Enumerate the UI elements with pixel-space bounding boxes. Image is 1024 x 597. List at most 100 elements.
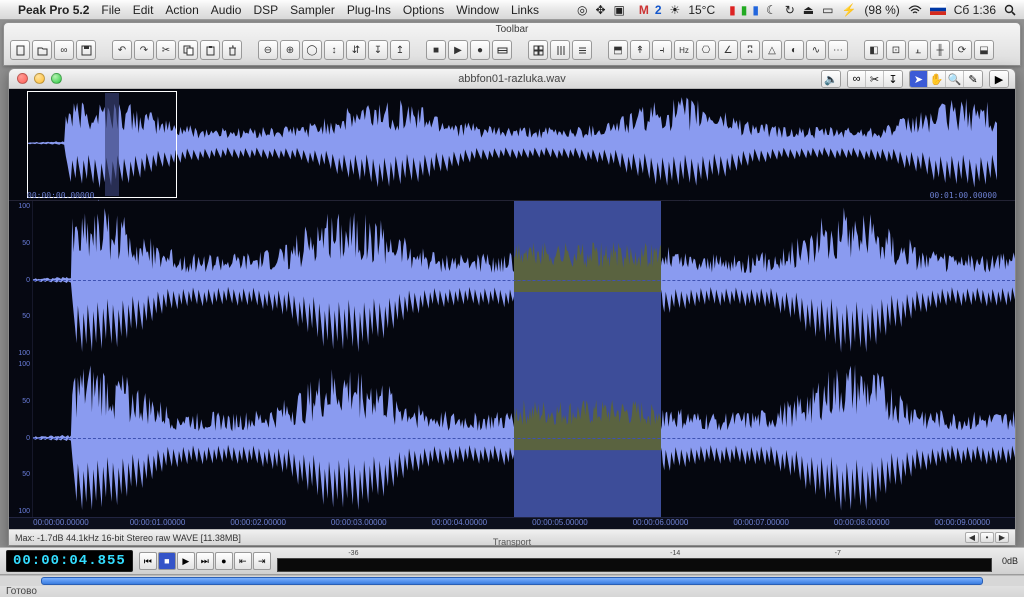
- menu-sampler[interactable]: Sampler: [290, 3, 335, 17]
- waveform-overview[interactable]: 00:00:00.00000 00:01:00.00000: [9, 89, 1015, 201]
- zoom-out-button[interactable]: ⊖: [258, 40, 278, 60]
- vu-readout: 0dB: [1002, 556, 1018, 566]
- dsp-8-button[interactable]: △: [762, 40, 782, 60]
- menubar-flag-icon[interactable]: [930, 4, 946, 15]
- menubar-mail-icon[interactable]: M2: [633, 3, 662, 17]
- status-nav-left-button[interactable]: ◀: [965, 532, 979, 543]
- waveform-display[interactable]: [33, 201, 1015, 517]
- fx-6-button[interactable]: ⬓: [974, 40, 994, 60]
- transport-play-button[interactable]: ▶: [177, 552, 195, 570]
- menubar-activity-icon[interactable]: ▮▮▮: [723, 3, 758, 17]
- dsp-3-button[interactable]: ⫞: [652, 40, 672, 60]
- fx-5-button[interactable]: ⟳: [952, 40, 972, 60]
- doc-pointer-tool-button[interactable]: ➤: [910, 71, 928, 87]
- loop-button[interactable]: [492, 40, 512, 60]
- menubar-sync-icon[interactable]: ↻: [785, 3, 795, 17]
- sliders-button[interactable]: [550, 40, 570, 60]
- doc-hand-tool-button[interactable]: ✋: [928, 71, 946, 87]
- menu-window[interactable]: Window: [456, 3, 499, 17]
- zoom-height-dec-button[interactable]: ⇵: [346, 40, 366, 60]
- new-button[interactable]: [10, 40, 30, 60]
- fx-2-button[interactable]: ⊡: [886, 40, 906, 60]
- menubar-clock[interactable]: Сб 1:36: [954, 3, 996, 17]
- menubar-dropbox-icon[interactable]: ▣: [614, 3, 625, 17]
- status-nav-right-button[interactable]: ▶: [995, 532, 1009, 543]
- menubar-eject-icon[interactable]: ⏏: [803, 3, 814, 17]
- fx-3-button[interactable]: ⫠: [908, 40, 928, 60]
- menu-options[interactable]: Options: [403, 3, 444, 17]
- menubar-extra-icon[interactable]: ◎: [577, 3, 587, 17]
- toolbar-dsp-group: ⬒ ↟ ⫞ Hz ⎔ ∠ ʭ △ ◐ ∿ ⋯: [608, 40, 848, 60]
- save-button[interactable]: [76, 40, 96, 60]
- copy-button[interactable]: [178, 40, 198, 60]
- delete-button[interactable]: [222, 40, 242, 60]
- play-button[interactable]: ▶: [448, 40, 468, 60]
- status-nav-dot-button[interactable]: •: [980, 532, 994, 543]
- menu-file[interactable]: File: [101, 3, 120, 17]
- menubar-weather-icon[interactable]: ☀: [670, 3, 681, 17]
- menu-dsp[interactable]: DSP: [253, 3, 278, 17]
- zoom-fit-button[interactable]: ◯: [302, 40, 322, 60]
- menubar-clover-icon[interactable]: ✥: [595, 3, 605, 17]
- timecode-display[interactable]: 00:00:04.855: [6, 550, 133, 572]
- dsp-4-button[interactable]: Hz: [674, 40, 694, 60]
- menubar-battery-icon[interactable]: ⚡: [841, 3, 856, 17]
- transport-stop-button[interactable]: ■: [158, 552, 176, 570]
- transport-skip-start-button[interactable]: ⇤: [234, 552, 252, 570]
- cut-button[interactable]: ✂: [156, 40, 176, 60]
- dsp-6-button[interactable]: ∠: [718, 40, 738, 60]
- stop-button[interactable]: ■: [426, 40, 446, 60]
- fx-1-button[interactable]: ◧: [864, 40, 884, 60]
- window-zoom-button[interactable]: [51, 73, 62, 84]
- doc-mark-button[interactable]: ↧: [884, 71, 902, 87]
- toolbar-edit-group: ↶ ↷ ✂: [112, 40, 242, 60]
- transport-skip-end-button[interactable]: ⇥: [253, 552, 271, 570]
- menu-links[interactable]: Links: [511, 3, 539, 17]
- dsp-5-button[interactable]: ⎔: [696, 40, 716, 60]
- grid-button[interactable]: [528, 40, 548, 60]
- doc-zoom-tool-button[interactable]: 🔍: [946, 71, 964, 87]
- menu-edit[interactable]: Edit: [133, 3, 154, 17]
- menu-plugins[interactable]: Plug-Ins: [347, 3, 391, 17]
- menu-audio[interactable]: Audio: [211, 3, 242, 17]
- window-close-button[interactable]: [17, 73, 28, 84]
- link-button[interactable]: ∞: [54, 40, 74, 60]
- menubar-display-icon[interactable]: ▭: [822, 3, 833, 17]
- toolbar-file-group: ∞: [10, 40, 96, 60]
- doc-loop-button[interactable]: ∞: [848, 71, 866, 87]
- go-start-button[interactable]: ↧: [368, 40, 388, 60]
- dsp-2-button[interactable]: ↟: [630, 40, 650, 60]
- doc-cut-button[interactable]: ✂: [866, 71, 884, 87]
- doc-speaker-button[interactable]: 🔈: [822, 71, 840, 87]
- paste-button[interactable]: [200, 40, 220, 60]
- redo-button[interactable]: ↷: [134, 40, 154, 60]
- record-button[interactable]: ●: [470, 40, 490, 60]
- window-minimize-button[interactable]: [34, 73, 45, 84]
- undo-button[interactable]: ↶: [112, 40, 132, 60]
- time-ruler[interactable]: 00:00:00.00000 00:00:01.00000 00:00:02.0…: [9, 517, 1015, 529]
- open-button[interactable]: [32, 40, 52, 60]
- document-titlebar[interactable]: abbfon01-razluka.wav 🔈 ∞ ✂ ↧ ➤ ✋ 🔍 ✎ ▶: [9, 69, 1015, 89]
- app-name[interactable]: Peak Pro 5.2: [18, 3, 89, 17]
- doc-pencil-tool-button[interactable]: ✎: [964, 71, 982, 87]
- dsp-1-button[interactable]: ⬒: [608, 40, 628, 60]
- zoom-height-inc-button[interactable]: ↕: [324, 40, 344, 60]
- transport-ffwd-button[interactable]: ⏭: [196, 552, 214, 570]
- fx-4-button[interactable]: ╫: [930, 40, 950, 60]
- transport-rewind-button[interactable]: ⏮: [139, 552, 157, 570]
- dsp-10-button[interactable]: ∿: [806, 40, 826, 60]
- list-button[interactable]: [572, 40, 592, 60]
- menu-action[interactable]: Action: [165, 3, 198, 17]
- dsp-9-button[interactable]: ◐: [784, 40, 804, 60]
- go-end-button[interactable]: ↥: [390, 40, 410, 60]
- dsp-11-button[interactable]: ⋯: [828, 40, 848, 60]
- menubar-wifi-icon[interactable]: [908, 5, 922, 15]
- zoom-in-button[interactable]: ⊕: [280, 40, 300, 60]
- transport-record-button[interactable]: ●: [215, 552, 233, 570]
- menubar-moon-icon[interactable]: ☾: [766, 3, 777, 17]
- dsp-7-button[interactable]: ʭ: [740, 40, 760, 60]
- horizontal-scrollbar[interactable]: [0, 575, 1024, 586]
- menubar-spotlight-icon[interactable]: [1004, 4, 1016, 16]
- amplitude-gutter: 100 50 0 50 100 100 50 0 50 100: [9, 201, 33, 517]
- doc-play-button[interactable]: ▶: [990, 71, 1008, 87]
